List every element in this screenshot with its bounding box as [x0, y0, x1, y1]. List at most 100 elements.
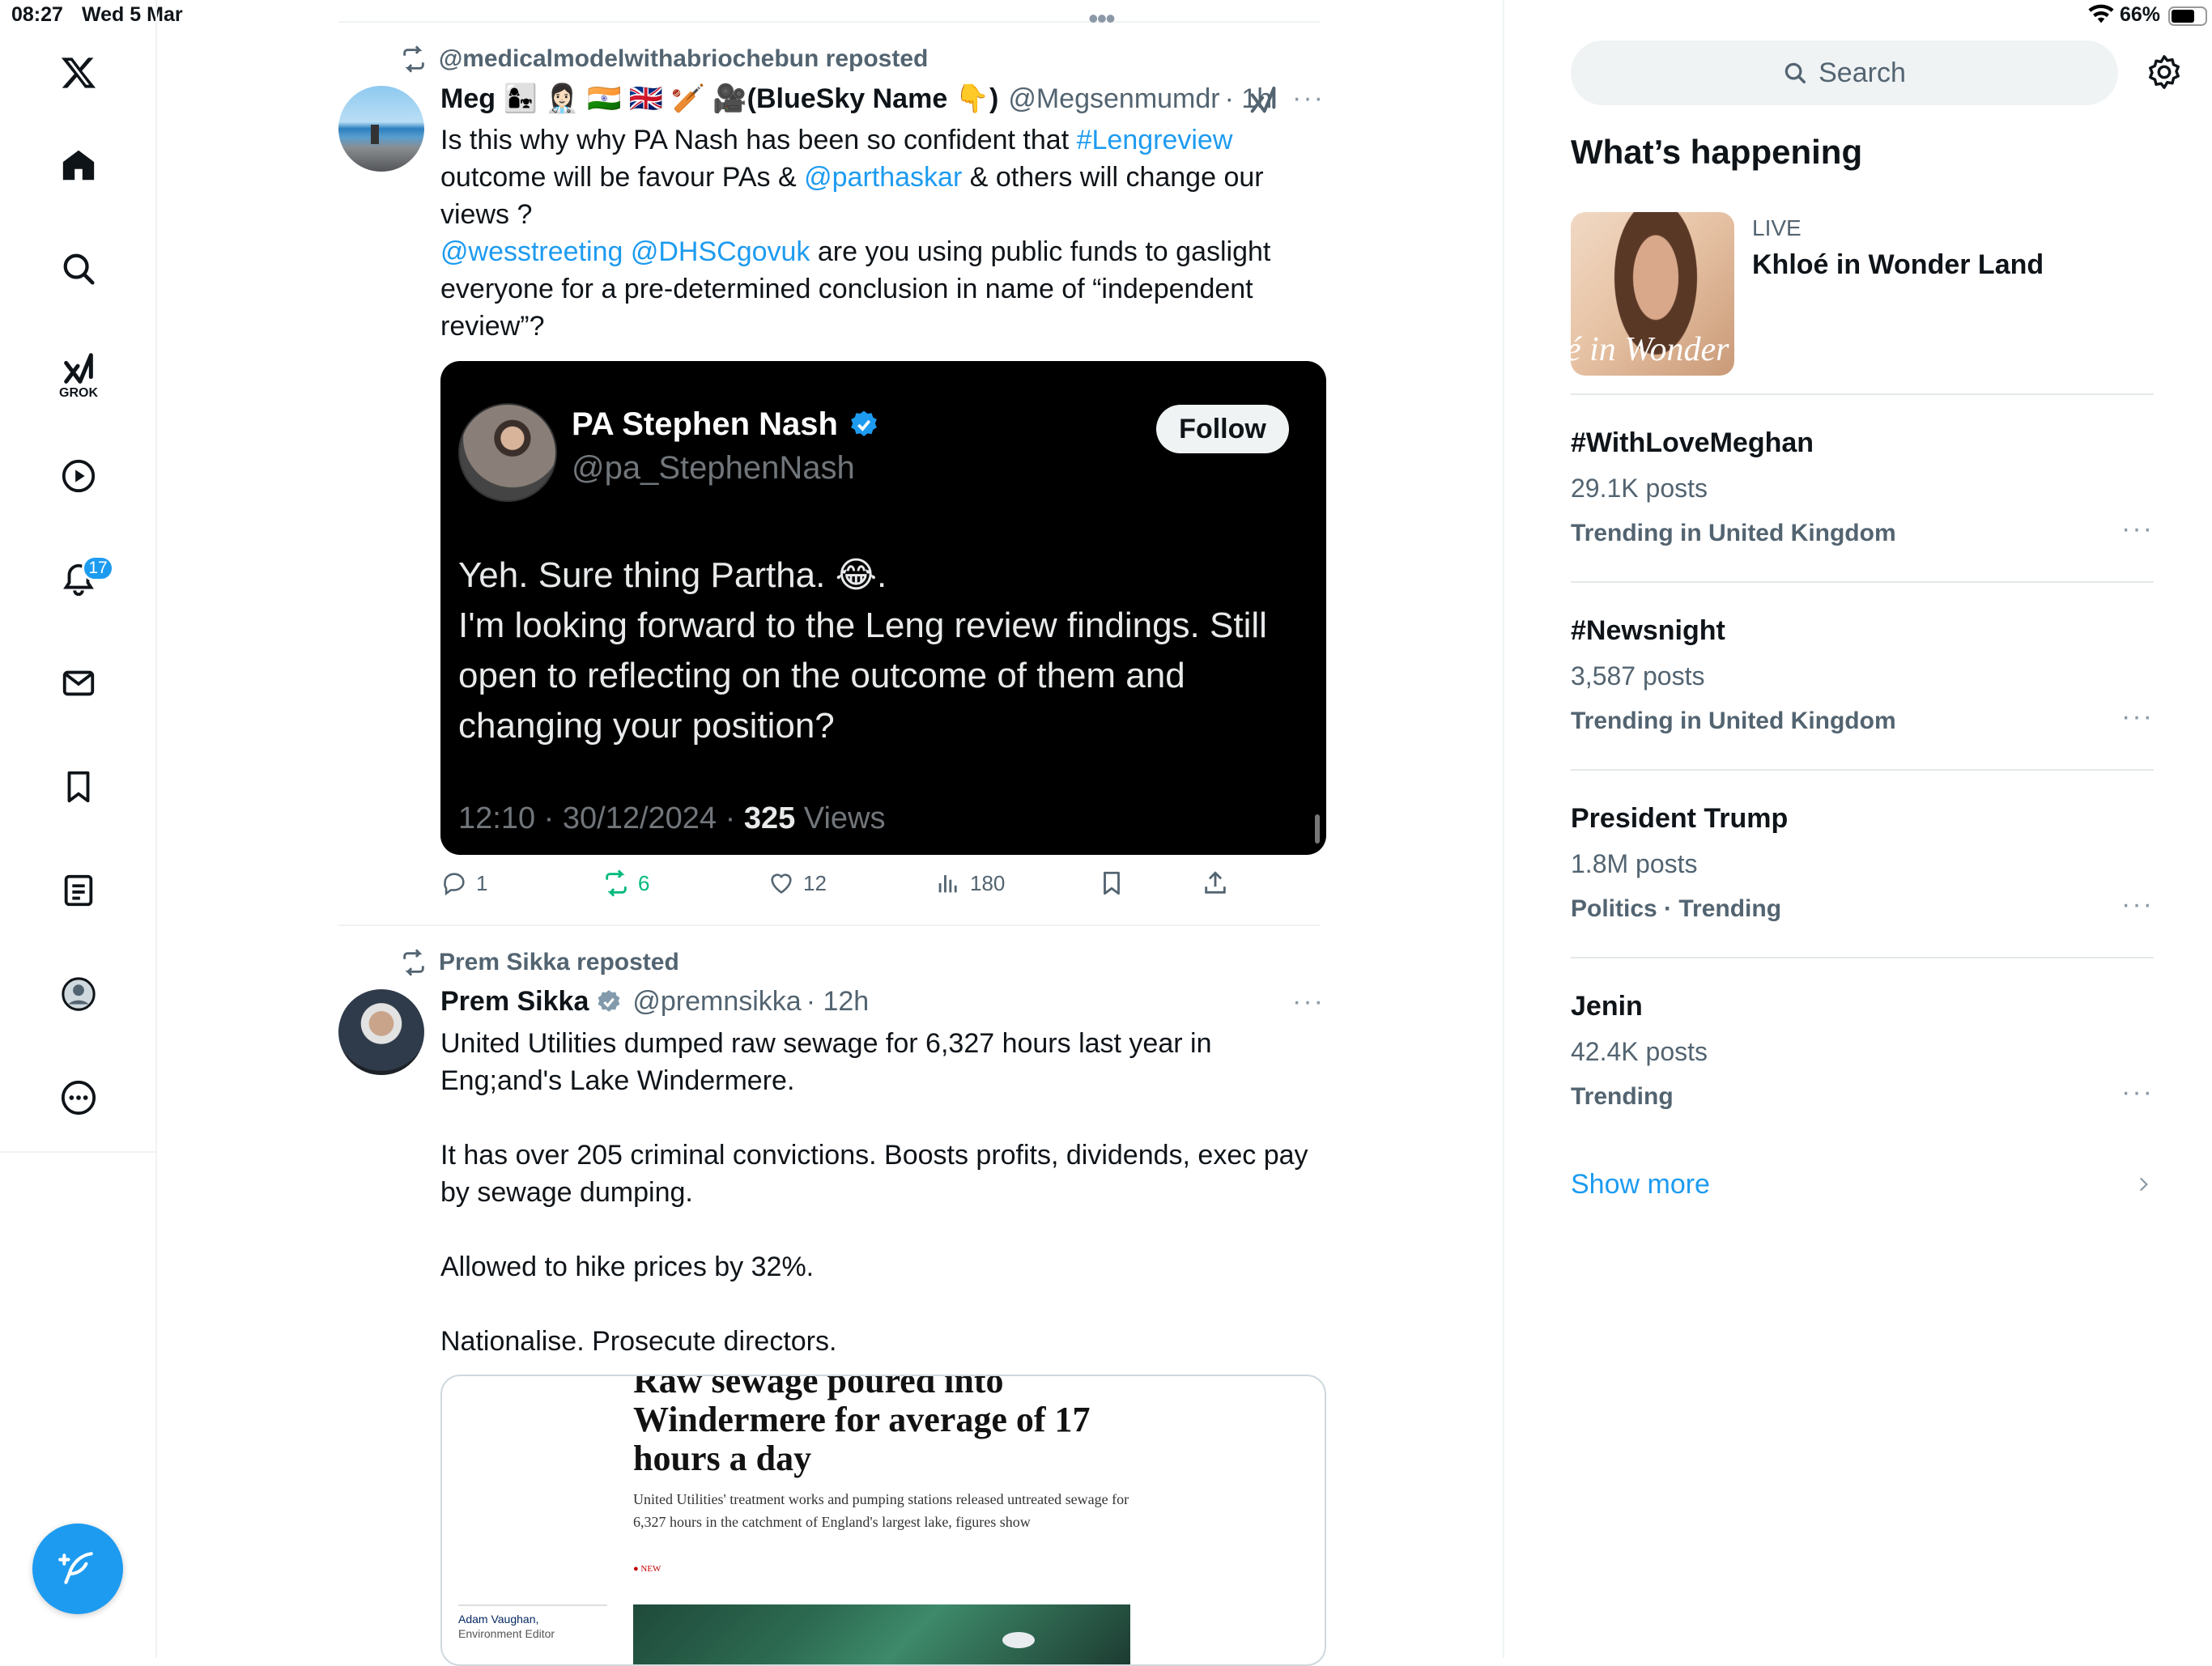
article-image-boat [1002, 1632, 1035, 1648]
repost-button[interactable]: 6 [602, 869, 649, 897]
show-more-link[interactable]: Show more [1571, 1164, 2154, 1205]
share-button[interactable] [1202, 869, 1229, 897]
trend-posts: 29.1K posts [1571, 474, 1708, 503]
feed-top-divider [338, 21, 1320, 23]
trend-more-icon[interactable]: ··· [2121, 701, 2154, 733]
author-handle[interactable]: @premnsikka [632, 986, 801, 1018]
tweet-text: United Utilities dumped raw sewage for 6… [440, 1028, 1308, 1357]
live-event-card[interactable]: é in Wonder l LIVE Khloé in Wonder Land [1571, 212, 2154, 376]
timeline-feed: ••• @medicalmodelwithabriochebun reposte… [338, 0, 1326, 1666]
video-icon[interactable] [54, 452, 103, 500]
tweet-2[interactable]: Prem Sikka reposted Prem Sikka @premnsik… [338, 944, 1326, 1666]
chevron-right-icon [2139, 1177, 2148, 1192]
multitask-dots-icon[interactable]: ••• [1088, 2, 1116, 36]
lists-icon[interactable] [54, 866, 103, 915]
repost-indicator: @medicalmodelwithabriochebun reposted [400, 45, 928, 73]
embed-follow-button: Follow [1156, 405, 1289, 453]
trend-more-icon[interactable]: ··· [2121, 889, 2154, 920]
right-sidebar: Search What’s happening é in Wonder l LI… [1503, 0, 2212, 1658]
mention-link[interactable]: @parthaskar [804, 162, 962, 193]
author-name[interactable]: Prem Sikka [440, 986, 589, 1018]
profile-avatar-icon[interactable] [54, 970, 103, 1018]
compose-post-button[interactable] [32, 1524, 123, 1614]
tweet-header: Meg 👩‍👧 👩🏻‍⚕️ 🇮🇳 🇬🇧 🏏 🎥(BlueSky Name 👇) … [440, 83, 1272, 115]
search-input[interactable]: Search [1571, 40, 2118, 105]
trend-context: Trending in United Kingdom [1571, 520, 1896, 546]
author-name[interactable]: Meg 👩‍👧 👩🏻‍⚕️ 🇮🇳 🇬🇧 🏏 🎥(BlueSky Name 👇) [440, 83, 998, 115]
views-count: 180 [970, 870, 1006, 895]
embed-views-count: 325 [743, 801, 796, 835]
trend-name: President Trump [1571, 803, 1789, 834]
author-avatar[interactable] [338, 989, 424, 1075]
embed-avatar [458, 403, 557, 502]
embed-name-row: PA Stephen Nash [572, 406, 880, 443]
trend-item[interactable]: #WithLoveMeghan 29.1K posts Trending in … [1571, 427, 2154, 547]
whats-happening-heading: What’s happening [1571, 133, 1863, 171]
mention-link[interactable]: @wesstreeting [440, 236, 623, 267]
home-icon[interactable] [54, 141, 103, 189]
more-options-icon[interactable] [54, 1073, 103, 1122]
reply-count: 1 [476, 870, 488, 895]
grok-explain-icon[interactable] [1247, 84, 1279, 121]
like-button[interactable]: 12 [768, 869, 827, 897]
tweet-text-b: outcome will be favour PAs & [440, 162, 805, 193]
trend-divider [1571, 581, 2154, 583]
article-new-label: ● NEW [633, 1564, 661, 1574]
trend-item[interactable]: Jenin 42.4K posts Trending ··· [1571, 991, 2154, 1111]
settings-gear-icon[interactable] [2146, 53, 2183, 95]
notifications-icon[interactable]: 17 [54, 555, 114, 604]
messages-icon[interactable] [54, 659, 103, 708]
repost-text: Prem Sikka reposted [439, 949, 679, 975]
tweet-divider [338, 924, 1320, 926]
repost-count: 6 [638, 870, 650, 895]
show-more-label: Show more [1571, 1168, 1710, 1200]
trend-posts: 42.4K posts [1571, 1037, 1708, 1066]
trend-more-icon[interactable]: ··· [2121, 513, 2154, 545]
trend-divider [1571, 393, 2154, 395]
tweet-actions: 1 6 12 180 [440, 869, 1331, 905]
tweet-1[interactable]: @medicalmodelwithabriochebun reposted Me… [338, 40, 1326, 923]
tweet-text-a: Is this why why PA Nash has been so conf… [440, 125, 1077, 155]
like-count: 12 [803, 870, 827, 895]
trend-posts: 3,587 posts [1571, 661, 1705, 691]
search-icon[interactable] [54, 244, 103, 293]
trend-context: Trending [1571, 1083, 1674, 1110]
embed-datetime: 12:10 · 30/12/2024 · [458, 801, 744, 835]
trend-posts: 1.8M posts [1571, 849, 1698, 878]
repost-icon [606, 869, 627, 897]
tweet-more-icon[interactable]: ··· [1292, 83, 1325, 114]
author-avatar[interactable] [338, 86, 424, 172]
link-preview-card[interactable]: Raw sewage poured into Windermere for av… [440, 1375, 1326, 1666]
tweet-more-icon[interactable]: ··· [1292, 986, 1325, 1018]
repost-icon [403, 45, 424, 73]
trend-context: Trending in United Kingdom [1571, 708, 1896, 734]
share-icon [1205, 871, 1226, 894]
bookmarks-icon[interactable] [54, 763, 103, 811]
views-button[interactable]: 180 [934, 869, 1005, 897]
search-placeholder: Search [1819, 57, 1906, 88]
live-event-thumbnail: é in Wonder l [1571, 212, 1734, 376]
tweet-header: Prem Sikka @premnsikka · 12h [440, 986, 869, 1018]
author-handle[interactable]: @Megsenmumdr [1008, 83, 1219, 115]
x-logo-icon[interactable] [54, 49, 103, 97]
thumbnail-text: é in Wonder l [1571, 331, 1734, 368]
live-event-title: Khloé in Wonder Land [1752, 249, 2044, 280]
trend-context: Politics · Trending [1571, 895, 1782, 922]
hashtag-link[interactable]: #Lengreview [1077, 125, 1233, 155]
trend-more-icon[interactable]: ··· [2121, 1077, 2154, 1108]
trend-item[interactable]: #Newsnight 3,587 posts Trending in Unite… [1571, 615, 2154, 735]
avatar-figure [371, 125, 379, 144]
search-icon [1784, 62, 1806, 83]
embedded-tweet-image[interactable]: PA Stephen Nash @pa_StephenNash Follow Y… [440, 361, 1326, 855]
embed-scrollbar [1315, 814, 1320, 844]
verified-badge-icon [851, 410, 877, 436]
heart-icon [771, 873, 792, 894]
grok-icon[interactable]: GROK [54, 345, 103, 406]
reply-button[interactable]: 1 [440, 869, 487, 897]
trend-item[interactable]: President Trump 1.8M posts Politics · Tr… [1571, 803, 2154, 923]
trend-name: #WithLoveMeghan [1571, 427, 1814, 458]
trend-divider [1571, 957, 2154, 958]
article-subhead: United Utilities' treatment works and pu… [633, 1491, 1129, 1530]
bookmark-button[interactable] [1098, 869, 1125, 897]
mention-link[interactable]: @DHSCgovuk [631, 236, 810, 267]
